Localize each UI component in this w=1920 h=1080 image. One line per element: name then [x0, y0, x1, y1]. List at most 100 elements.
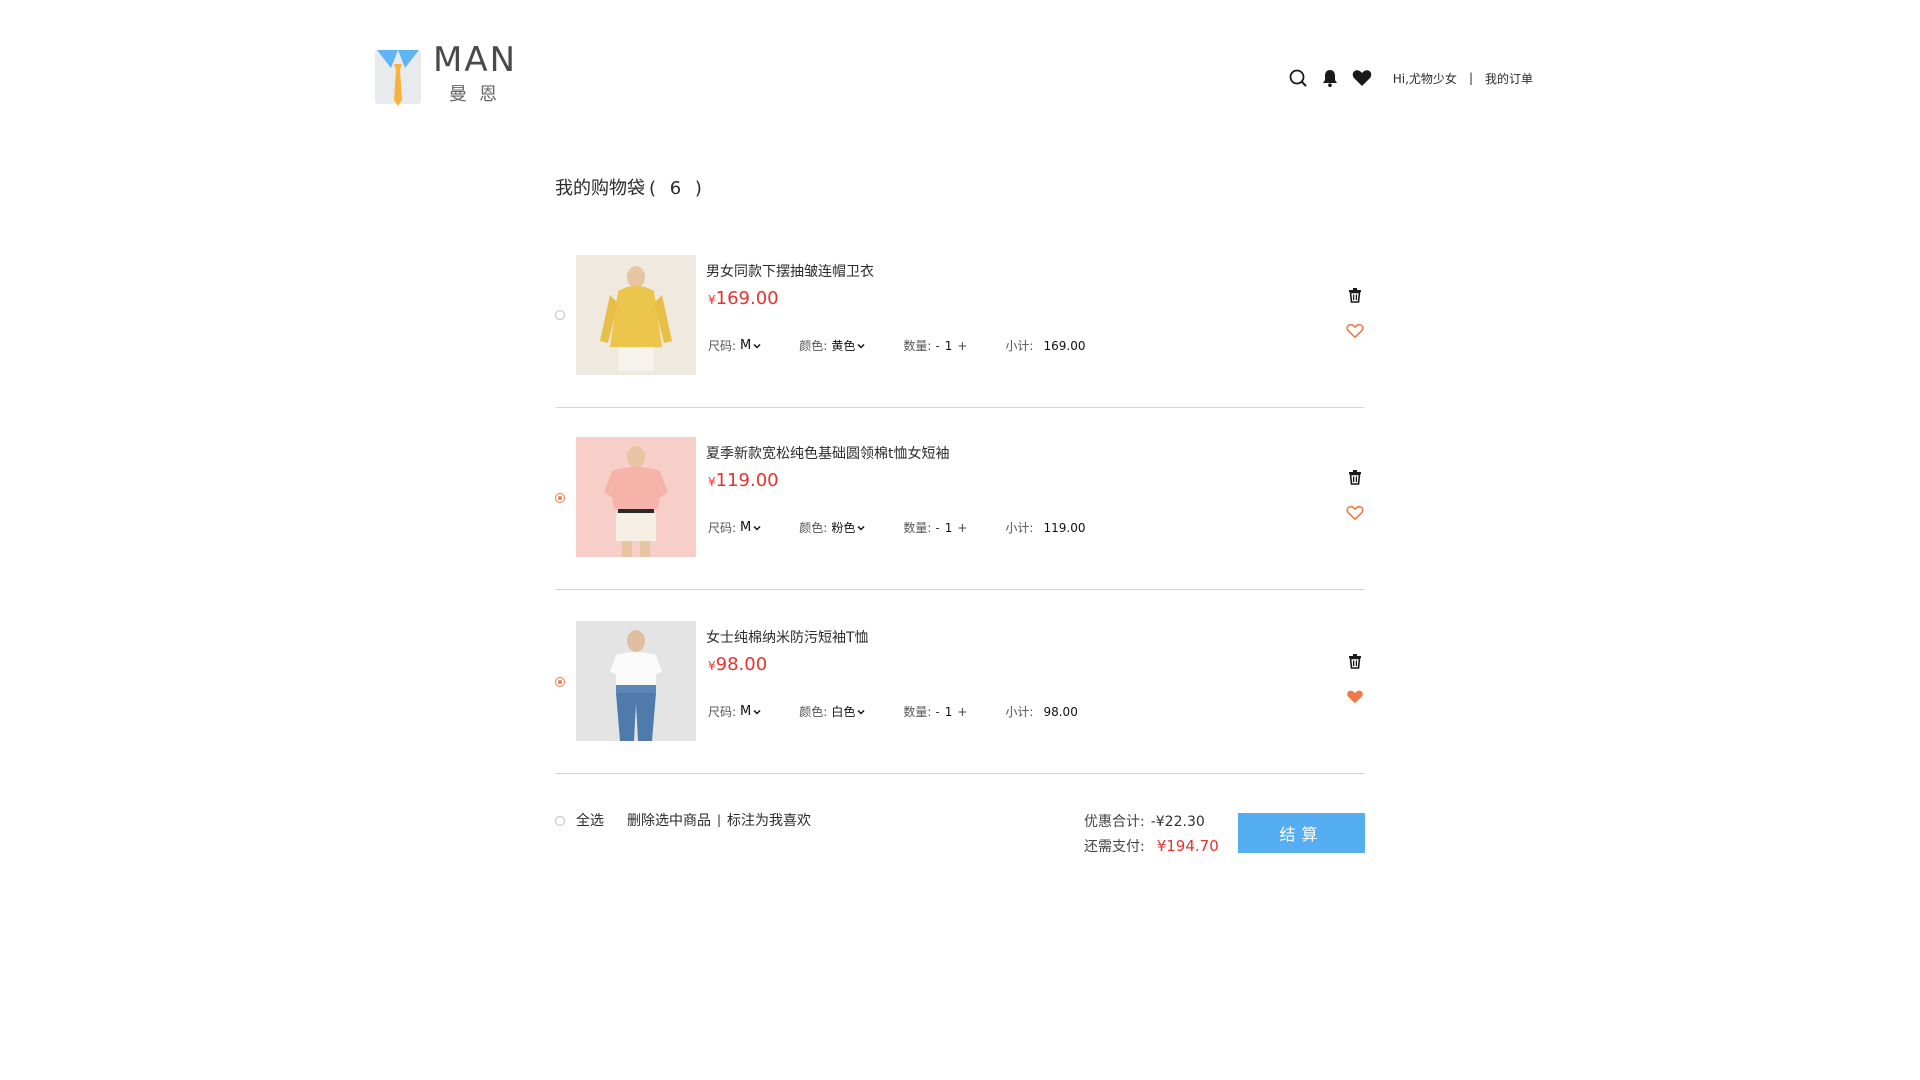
quantity-label: 数量: — [903, 705, 932, 719]
mark-favorite-link[interactable]: 标注为我喜欢 — [727, 810, 811, 830]
product-price: ¥169.00 — [708, 288, 779, 309]
size-value: M — [740, 704, 752, 719]
subtotal: 小计: 98.00 — [1005, 703, 1077, 720]
user-greeting[interactable]: Hi,尤物少女 — [1393, 70, 1457, 87]
select-all-label[interactable]: 全选 — [576, 810, 604, 830]
order-summary: 优惠合计: -¥22.30 还需支付: ¥194.70 — [1084, 810, 1219, 859]
trash-icon[interactable] — [1345, 467, 1365, 487]
discount-label: 优惠合计: — [1084, 814, 1145, 830]
qty-decrease-button[interactable]: - — [935, 521, 939, 535]
cart-item: 男女同款下摆抽皱连帽卫衣 ¥169.00 尺码: M 颜色: 黄色 数量: - … — [555, 253, 1365, 408]
color-value: 白色 — [831, 705, 856, 719]
action-separator: | — [717, 813, 722, 827]
qty-increase-button[interactable]: + — [957, 339, 967, 353]
color-label: 颜色: — [799, 339, 828, 353]
qty-increase-button[interactable]: + — [957, 521, 967, 535]
nav-separator: | — [1468, 71, 1473, 85]
color-label: 颜色: — [799, 705, 828, 719]
chevron-down-icon — [857, 343, 865, 349]
heart-outline-icon[interactable] — [1345, 321, 1365, 341]
header: MAN 曼恩 Hi,尤物少女 | 我的订单 — [373, 40, 1533, 120]
trash-icon[interactable] — [1345, 651, 1365, 671]
size-select[interactable]: 尺码: M — [708, 337, 761, 354]
qty-value[interactable]: 1 — [945, 521, 953, 535]
heart-filled-icon[interactable] — [1345, 687, 1365, 707]
price-value: 119.00 — [715, 470, 779, 491]
bell-icon[interactable] — [1319, 67, 1341, 89]
cart-item: 女士纯棉纳米防污短袖T恤 ¥98.00 尺码: M 颜色: 白色 数量: - 1… — [555, 590, 1365, 774]
product-price: ¥119.00 — [708, 470, 779, 491]
subtotal-label: 小计: — [1005, 705, 1034, 719]
product-image[interactable] — [576, 621, 696, 741]
qty-value[interactable]: 1 — [945, 705, 953, 719]
currency-symbol: ¥ — [708, 293, 716, 307]
product-specs: 尺码: M 颜色: 白色 数量: - 1 + 小计: 98.00 — [708, 703, 1078, 720]
qty-increase-button[interactable]: + — [957, 705, 967, 719]
subtotal-value: 119.00 — [1043, 520, 1086, 535]
heart-icon[interactable] — [1351, 67, 1373, 89]
quantity-stepper: 数量: - 1 + — [903, 337, 967, 354]
color-select[interactable]: 颜色: 白色 — [799, 703, 865, 720]
top-nav: Hi,尤物少女 | 我的订单 — [1287, 65, 1533, 91]
subtotal: 小计: 169.00 — [1005, 337, 1085, 354]
color-value: 黄色 — [831, 339, 856, 353]
cart-page: MAN 曼恩 Hi,尤物少女 | 我的订单 我的购物袋 (6) 男女同款下摆… — [0, 0, 1920, 1080]
size-label: 尺码: — [708, 339, 737, 353]
checkout-button[interactable]: 结算 — [1238, 813, 1365, 853]
delete-selected-link[interactable]: 删除选中商品 — [627, 810, 711, 830]
item-select-radio[interactable] — [555, 310, 565, 320]
quantity-label: 数量: — [903, 521, 932, 535]
subtotal-label: 小计: — [1005, 521, 1034, 535]
cart-title: 我的购物袋 — [555, 178, 645, 199]
heart-outline-icon[interactable] — [1345, 503, 1365, 523]
qty-decrease-button[interactable]: - — [935, 705, 939, 719]
chevron-down-icon — [857, 709, 865, 715]
color-select[interactable]: 颜色: 黄色 — [799, 337, 865, 354]
cart-count: ( 6 ) — [649, 178, 706, 199]
quantity-stepper: 数量: - 1 + — [903, 519, 967, 536]
cart-item: 夏季新款宽松纯色基础圆领棉t恤女短袖 ¥119.00 尺码: M 颜色: 粉色 … — [555, 408, 1365, 590]
color-value: 粉色 — [831, 521, 856, 535]
price-value: 98.00 — [715, 654, 768, 675]
product-name[interactable]: 女士纯棉纳米防污短袖T恤 — [706, 627, 869, 647]
currency-symbol: ¥ — [708, 475, 716, 489]
product-price: ¥98.00 — [708, 654, 767, 675]
chevron-down-icon — [753, 343, 761, 349]
color-select[interactable]: 颜色: 粉色 — [799, 519, 865, 536]
price-value: 169.00 — [715, 288, 779, 309]
size-value: M — [740, 520, 752, 535]
product-name[interactable]: 夏季新款宽松纯色基础圆领棉t恤女短袖 — [706, 443, 950, 463]
my-orders-link[interactable]: 我的订单 — [1485, 70, 1533, 87]
item-select-radio[interactable] — [555, 493, 565, 503]
page-title: 我的购物袋( 6 ) — [555, 174, 706, 200]
brand-subtitle: 曼恩 — [449, 84, 509, 105]
product-name[interactable]: 男女同款下摆抽皱连帽卫衣 — [706, 261, 874, 281]
currency-symbol: ¥ — [708, 659, 716, 673]
subtotal-label: 小计: — [1005, 339, 1034, 353]
size-select[interactable]: 尺码: M — [708, 519, 761, 536]
subtotal-value: 98.00 — [1043, 704, 1078, 719]
product-image[interactable] — [576, 437, 696, 557]
size-select[interactable]: 尺码: M — [708, 703, 761, 720]
size-value: M — [740, 338, 752, 353]
trash-icon[interactable] — [1345, 285, 1365, 305]
product-specs: 尺码: M 颜色: 粉色 数量: - 1 + 小计: 119.00 — [708, 519, 1085, 536]
brand-logo[interactable]: MAN 曼恩 — [373, 40, 533, 110]
subtotal: 小计: 119.00 — [1005, 519, 1085, 536]
quantity-stepper: 数量: - 1 + — [903, 703, 967, 720]
select-all-radio[interactable] — [555, 816, 565, 826]
subtotal-value: 169.00 — [1043, 338, 1086, 353]
item-select-radio[interactable] — [555, 677, 565, 687]
footer-actions: 删除选中商品 | 标注为我喜欢 — [627, 810, 811, 830]
pay-value: ¥194.70 — [1156, 837, 1219, 855]
size-label: 尺码: — [708, 521, 737, 535]
qty-value[interactable]: 1 — [945, 339, 953, 353]
qty-decrease-button[interactable]: - — [935, 339, 939, 353]
size-label: 尺码: — [708, 705, 737, 719]
pay-row: 还需支付: ¥194.70 — [1084, 834, 1219, 859]
cart-footer: 全选 删除选中商品 | 标注为我喜欢 优惠合计: -¥22.30 还需支付: ¥19… — [555, 808, 1365, 864]
product-image[interactable] — [576, 255, 696, 375]
quantity-label: 数量: — [903, 339, 932, 353]
search-icon[interactable] — [1287, 67, 1309, 89]
shirt-tie-logo-icon — [375, 50, 421, 106]
